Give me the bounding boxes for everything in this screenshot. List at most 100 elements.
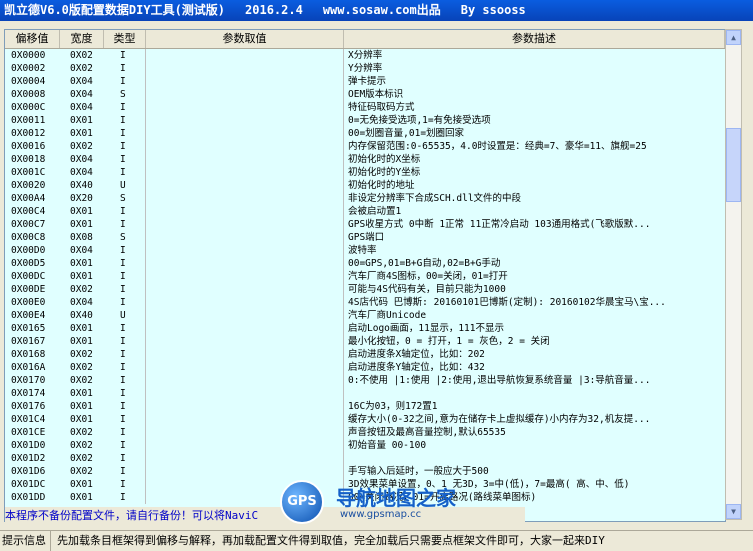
- list-cell: 0X20: [70, 193, 93, 204]
- list-cell: 0X04: [70, 297, 93, 308]
- list-cell: 0X0176: [11, 401, 46, 412]
- list-cell: 0X02: [70, 427, 93, 438]
- list-row[interactable]: 0X0170 0X02 I 0:不使用 |1:使用 |2:使用,退出导航恢复系统音量 …: [5, 374, 725, 387]
- list-cell: [146, 101, 344, 114]
- list-row[interactable]: 0X0004 0X04 I 弹卡提示: [5, 75, 725, 88]
- list-cell: 0X01DD: [11, 492, 46, 503]
- list-row[interactable]: 0X0165 0X01 I 启动Logo画面，11显示，111不显示: [5, 322, 725, 335]
- list-cell: 0X0016: [11, 141, 46, 152]
- list-row[interactable]: 0X0176 0X01 I 16C为03，则172置1: [5, 400, 725, 413]
- list-cell: X分辨率: [348, 50, 383, 61]
- list-cell: 0=无免接受选项,1=有免接受选项: [348, 115, 491, 126]
- list-cell: 可能与4S代码有关，目前只能为1000: [348, 284, 506, 295]
- list-row[interactable]: 0X0002 0X02 I Y分辨率: [5, 62, 725, 75]
- list-cell: [146, 205, 344, 218]
- list-row[interactable]: 0X00C4 0X01 I 会被启动置1: [5, 205, 725, 218]
- list-cell: 0X01: [70, 206, 93, 217]
- list-row[interactable]: 0X0174 0X01 I: [5, 387, 725, 400]
- scroll-thumb[interactable]: [726, 128, 741, 202]
- list-cell: [146, 257, 344, 270]
- list-cell: 0X0018: [11, 154, 46, 165]
- list-cell: 0X01CE: [11, 427, 46, 438]
- list-cell: 初始化时的地址: [348, 180, 415, 191]
- list-cell: GPS收星方式 0中断 1正常 11正常冷启动 103通用格式(飞歌版默...: [348, 219, 651, 230]
- list-row[interactable]: 0X000C 0X04 I 特征码取码方式: [5, 101, 725, 114]
- list-row[interactable]: 0X00DE 0X02 I 可能与4S代码有关，目前只能为1000: [5, 283, 725, 296]
- list-row[interactable]: 0X00A4 0X20 S 非设定分辨率下合成SCH.dll文件的中段: [5, 192, 725, 205]
- list-cell: 0X02: [70, 440, 93, 451]
- list-row[interactable]: 0X01C4 0X01 I 缓存大小(0-32之间,意为在储存卡上虚拟缓存)小内存为3…: [5, 413, 725, 426]
- list-cell: I: [104, 101, 146, 114]
- list-cell: I: [104, 465, 146, 478]
- list-cell: 0X01: [70, 401, 93, 412]
- list-row[interactable]: 0X01D2 0X02 I: [5, 452, 725, 465]
- list-cell: 0X04: [70, 76, 93, 87]
- column-header[interactable]: 参数取值: [146, 30, 344, 48]
- list-cell: 4S店代码 巴博斯: 20160101巴博斯(定制): 20160102华晨宝马…: [348, 297, 666, 308]
- list-row[interactable]: 0X016A 0X02 I 启动进度条Y轴定位，比如：432: [5, 361, 725, 374]
- list-cell: 0X01: [70, 323, 93, 334]
- parameter-list[interactable]: 偏移值 宽度 类型 参数取值 参数描述 0X0000 0X02 I X分辨率 0X0002 0X0…: [4, 29, 726, 522]
- column-header[interactable]: 偏移值: [5, 30, 60, 48]
- list-row[interactable]: 0X0016 0X02 I 内存保留范围:0-65535，4.0时设置是：经典=7、豪…: [5, 140, 725, 153]
- list-cell: 0X01D2: [11, 453, 46, 464]
- list-row[interactable]: 0X0020 0X40 U 初始化时的地址: [5, 179, 725, 192]
- list-cell: 0X000C: [11, 102, 46, 113]
- list-row[interactable]: 0X0000 0X02 I X分辨率: [5, 49, 725, 62]
- list-row[interactable]: 0X0168 0X02 I 启动进度条X轴定位，比如：202: [5, 348, 725, 361]
- list-row[interactable]: 0X00D5 0X01 I 00=GPS,01=B+G自动,02=B+G手动: [5, 257, 725, 270]
- list-row[interactable]: 0X00C7 0X01 I GPS收星方式 0中断 1正常 11正常冷启动 103通用…: [5, 218, 725, 231]
- list-row[interactable]: 0X001C 0X04 I 初始化时的Y坐标: [5, 166, 725, 179]
- vertical-scrollbar[interactable]: ▲ ▼: [725, 29, 742, 520]
- list-cell: [146, 192, 344, 205]
- list-cell: 0X00C7: [11, 219, 46, 230]
- list-cell: 0X0011: [11, 115, 46, 126]
- list-cell: 0X01DC: [11, 479, 46, 490]
- list-row[interactable]: 0X01D6 0X02 I 手写输入后延时，一般应大于500: [5, 465, 725, 478]
- list-row[interactable]: 0X00E0 0X04 I 4S店代码 巴博斯: 20160101巴博斯(定制): 2…: [5, 296, 725, 309]
- scroll-up-icon[interactable]: ▲: [726, 30, 741, 45]
- window-author: By ssooss: [460, 3, 526, 17]
- list-row[interactable]: 0X0167 0X01 I 最小化按钮，0 = 打开，1 = 灰色，2 = 关闭: [5, 335, 725, 348]
- list-cell: I: [104, 75, 146, 88]
- list-cell: 0X01: [70, 219, 93, 230]
- column-header[interactable]: 参数描述: [344, 30, 725, 48]
- list-row[interactable]: 0X0008 0X04 S OEM版本标识: [5, 88, 725, 101]
- list-cell: 0X0167: [11, 336, 46, 347]
- status-text: 先加载条目框架得到偏移与解释，再加载配置文件得到取值，完全加载后只需要点框架文件…: [57, 534, 605, 547]
- list-cell: 0X02: [70, 453, 93, 464]
- list-cell: I: [104, 257, 146, 270]
- list-row[interactable]: 0X01CE 0X02 I 声音按钮及最高音量控制,默认65535: [5, 426, 725, 439]
- list-cell: [146, 309, 344, 322]
- list-cell: 汽车厂商4S图标，00=关闭，01=打开: [348, 271, 508, 282]
- list-cell: 0X02: [70, 362, 93, 373]
- list-cell: [146, 166, 344, 179]
- list-row[interactable]: 0X00D0 0X04 I 波特率: [5, 244, 725, 257]
- list-row[interactable]: 0X01D0 0X02 I 初始音量 00-100: [5, 439, 725, 452]
- list-cell: I: [104, 114, 146, 127]
- list-row[interactable]: 0X0011 0X01 I 0=无免接受选项,1=有免接受选项: [5, 114, 725, 127]
- list-cell: I: [104, 361, 146, 374]
- list-cell: [146, 387, 344, 400]
- list-row[interactable]: 0X00DC 0X01 I 汽车厂商4S图标，00=关闭，01=打开: [5, 270, 725, 283]
- list-cell: 0X00D0: [11, 245, 46, 256]
- column-header[interactable]: 类型: [104, 30, 146, 48]
- list-cell: [146, 179, 344, 192]
- list-cell: 16C为03，则172置1: [348, 401, 438, 412]
- scroll-down-icon[interactable]: ▼: [726, 504, 741, 519]
- list-cell: 00=划圈音量,01=划圈回家: [348, 128, 465, 139]
- list-row[interactable]: 0X00C8 0X08 S GPS端口: [5, 231, 725, 244]
- list-cell: 手写输入后延时，一般应大于500: [348, 466, 489, 477]
- list-cell: [146, 88, 344, 101]
- list-row[interactable]: 0X00E4 0X40 U 汽车厂商Unicode: [5, 309, 725, 322]
- list-row[interactable]: 0X0012 0X01 I 00=划圈音量,01=划圈回家: [5, 127, 725, 140]
- list-cell: [146, 49, 344, 62]
- list-cell: 0X08: [70, 232, 93, 243]
- column-header[interactable]: 宽度: [60, 30, 104, 48]
- list-cell: [146, 296, 344, 309]
- list-cell: [146, 413, 344, 426]
- list-cell: I: [104, 491, 146, 504]
- list-rows: 0X0000 0X02 I X分辨率 0X0002 0X02 I Y分辨率 0X0004 0X04…: [5, 49, 725, 504]
- list-cell: 0X00E0: [11, 297, 46, 308]
- list-row[interactable]: 0X0018 0X04 I 初始化时的X坐标: [5, 153, 725, 166]
